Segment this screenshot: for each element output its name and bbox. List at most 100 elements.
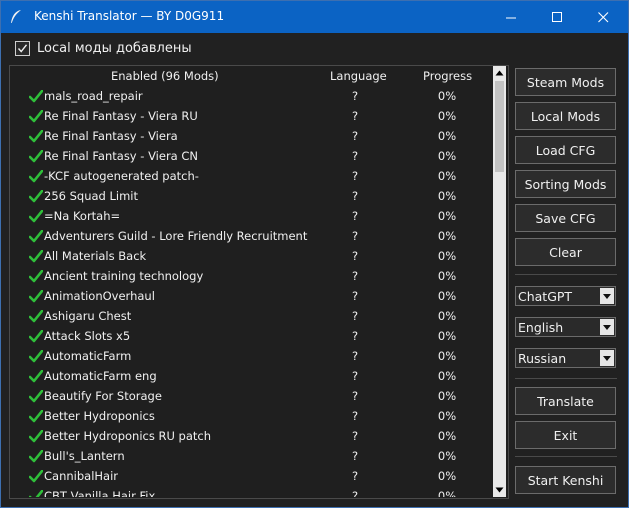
green-checkmark-icon[interactable] <box>29 190 43 203</box>
mod-progress: 0% <box>437 189 457 203</box>
steam-mods-button[interactable]: Steam Mods <box>515 68 616 96</box>
source-language-dropdown[interactable]: English <box>515 317 616 337</box>
mod-progress: 0% <box>437 409 457 423</box>
mod-name: -KCF autogenerated patch- <box>44 169 199 183</box>
table-row[interactable]: CBT Vanilla Hair Fix? 0% <box>10 486 492 497</box>
save-cfg-button[interactable]: Save CFG <box>515 204 616 232</box>
scroll-up-button[interactable] <box>493 66 506 80</box>
green-checkmark-icon[interactable] <box>29 90 43 103</box>
scrollbar-thumb[interactable] <box>495 81 504 172</box>
vertical-scrollbar[interactable] <box>493 66 506 497</box>
mod-progress: 0% <box>437 429 457 443</box>
chevron-down-icon[interactable] <box>600 288 614 304</box>
load-cfg-button[interactable]: Load CFG <box>515 136 616 164</box>
minimize-button[interactable] <box>488 1 534 33</box>
table-row[interactable]: 256 Squad Limit? 0% <box>10 186 492 206</box>
green-checkmark-icon[interactable] <box>29 130 43 143</box>
mod-name: =Na Kortah= <box>44 209 121 223</box>
mod-name: Better Hydroponics <box>44 409 155 423</box>
column-header-progress[interactable]: Progress <box>423 69 472 83</box>
table-row[interactable]: Better Hydroponics RU patch? 0% <box>10 426 492 446</box>
separator <box>515 378 617 379</box>
engine-dropdown-value: ChatGPT <box>518 289 573 304</box>
mod-name: CBT Vanilla Hair Fix <box>44 489 156 497</box>
mod-progress: 0% <box>437 349 457 363</box>
column-header-enabled[interactable]: Enabled (96 Mods) <box>111 69 219 83</box>
green-checkmark-icon[interactable] <box>29 430 43 443</box>
table-row[interactable]: Re Final Fantasy - Viera RU? 0% <box>10 106 492 126</box>
table-rows: mals_road_repair? 0% Re Final Fantasy - Vi… <box>10 86 492 497</box>
green-checkmark-icon[interactable] <box>29 330 43 343</box>
green-checkmark-icon[interactable] <box>29 150 43 163</box>
mod-name: AutomaticFarm eng <box>44 369 157 383</box>
chevron-down-icon[interactable] <box>600 319 614 335</box>
maximize-button[interactable] <box>534 1 580 33</box>
green-checkmark-icon[interactable] <box>29 230 43 243</box>
table-row[interactable]: AutomaticFarm? 0% <box>10 346 492 366</box>
start-kenshi-button[interactable]: Start Kenshi <box>515 466 616 494</box>
separator <box>515 274 617 275</box>
mod-name: Re Final Fantasy - Viera RU <box>44 109 198 123</box>
mod-language: ? <box>351 309 359 323</box>
mod-name: mals_road_repair <box>44 89 143 103</box>
table-row[interactable]: Attack Slots x5? 0% <box>10 326 492 346</box>
table-row[interactable]: Bull's_Lantern? 0% <box>10 446 492 466</box>
mod-name: All Materials Back <box>44 249 147 263</box>
mod-progress: 0% <box>437 149 457 163</box>
table-row[interactable]: CannibalHair? 0% <box>10 466 492 486</box>
scroll-down-button[interactable] <box>493 483 506 497</box>
green-checkmark-icon[interactable] <box>29 110 43 123</box>
green-checkmark-icon[interactable] <box>29 210 43 223</box>
close-button[interactable] <box>580 1 626 33</box>
mod-language: ? <box>351 109 359 123</box>
mod-name: CannibalHair <box>44 469 119 483</box>
mod-progress: 0% <box>437 469 457 483</box>
mod-name: Re Final Fantasy - Viera <box>44 129 178 143</box>
local-mods-checkbox-row[interactable]: Local моды добавлены <box>15 39 192 57</box>
chevron-down-icon[interactable] <box>600 350 614 366</box>
engine-dropdown[interactable]: ChatGPT <box>515 286 616 306</box>
green-checkmark-icon[interactable] <box>29 490 43 497</box>
clear-button[interactable]: Clear <box>515 238 616 266</box>
green-checkmark-icon[interactable] <box>29 450 43 463</box>
green-checkmark-icon[interactable] <box>29 350 43 363</box>
table-row[interactable]: Re Final Fantasy - Viera CN? 0% <box>10 146 492 166</box>
table-row[interactable]: Beautify For Storage? 0% <box>10 386 492 406</box>
green-checkmark-icon[interactable] <box>29 410 43 423</box>
target-language-dropdown[interactable]: Russian <box>515 348 616 368</box>
table-row[interactable]: -KCF autogenerated patch-? 0% <box>10 166 492 186</box>
local-mods-button[interactable]: Local Mods <box>515 102 616 130</box>
green-checkmark-icon[interactable] <box>29 370 43 383</box>
maximize-icon <box>551 11 562 22</box>
mod-progress: 0% <box>437 169 457 183</box>
table-row[interactable]: AutomaticFarm eng? 0% <box>10 366 492 386</box>
title-bar[interactable]: Kenshi Translator — BY D0G911 <box>1 1 628 33</box>
column-header-language[interactable]: Language <box>330 69 387 83</box>
sorting-mods-button[interactable]: Sorting Mods <box>515 170 616 198</box>
table-row[interactable]: Adventurers Guild - Lore Friendly Recrui… <box>10 226 492 246</box>
table-row[interactable]: Ancient training technology? 0% <box>10 266 492 286</box>
green-checkmark-icon[interactable] <box>29 170 43 183</box>
table-row[interactable]: All Materials Back? 0% <box>10 246 492 266</box>
local-mods-checkbox[interactable] <box>15 40 30 56</box>
table-row[interactable]: =Na Kortah=? 0% <box>10 206 492 226</box>
app-window: Kenshi Translator — BY D0G911 Local моды… <box>0 0 629 508</box>
mod-language: ? <box>351 189 359 203</box>
green-checkmark-icon[interactable] <box>29 290 43 303</box>
table-row[interactable]: mals_road_repair? 0% <box>10 86 492 106</box>
table-row[interactable]: AnimationOverhaul? 0% <box>10 286 492 306</box>
table-row[interactable]: Ashigaru Chest? 0% <box>10 306 492 326</box>
green-checkmark-icon[interactable] <box>29 470 43 483</box>
green-checkmark-icon[interactable] <box>29 390 43 403</box>
green-checkmark-icon[interactable] <box>29 270 43 283</box>
green-checkmark-icon[interactable] <box>29 310 43 323</box>
table-row[interactable]: Re Final Fantasy - Viera? 0% <box>10 126 492 146</box>
green-checkmark-icon[interactable] <box>29 250 43 263</box>
translate-button[interactable]: Translate <box>515 387 616 415</box>
mod-progress: 0% <box>437 489 457 497</box>
table-row[interactable]: Better Hydroponics? 0% <box>10 406 492 426</box>
exit-button[interactable]: Exit <box>515 421 616 449</box>
table-header: Enabled (96 Mods) Language Progress <box>10 66 492 86</box>
mods-table[interactable]: Enabled (96 Mods) Language Progress mals… <box>9 65 509 499</box>
mod-language: ? <box>351 249 359 263</box>
